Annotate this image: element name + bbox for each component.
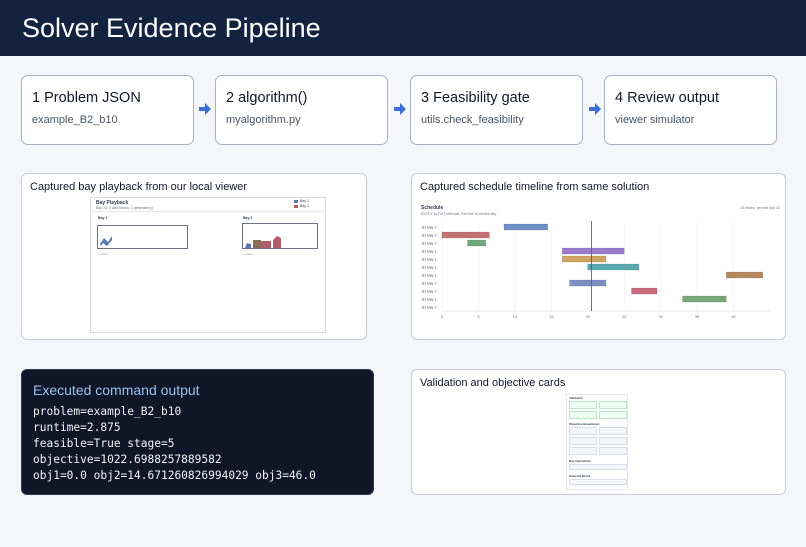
gantt-bar (726, 271, 763, 279)
gantt-row-label: B1 Bay 1 (422, 266, 437, 270)
terminal-line: runtime=2.875 (33, 421, 121, 434)
legend-swatch (294, 205, 298, 208)
gantt-bar (503, 223, 548, 231)
gantt-row-label: B1 Bay 1 (422, 250, 437, 254)
page-title: Solver Evidence Pipeline (22, 13, 321, 43)
bay1-area (97, 225, 188, 249)
selected-block-title: Selected Block (569, 474, 591, 478)
step-subtitle: viewer simulator (615, 114, 695, 126)
gantt-row-label: B1 Bay 2 (422, 290, 437, 294)
gantt-row-label: B1 Bay 1 (422, 258, 437, 262)
schedule-inner-subtitle: ENTRY to EXIT intervals. Red line is cur… (421, 212, 497, 216)
legend-swatch (294, 200, 298, 203)
terminal-line: feasible=True stage=5 (33, 437, 175, 450)
objective-card (599, 427, 627, 435)
schedule-timeline-panel: Captured schedule timeline from same sol… (411, 173, 786, 340)
step-review-output: 4 Review output viewer simulator (604, 75, 777, 145)
bay-inner-subtitle: Bay 2/1 2 wait blocks, 1 generator(s) (96, 206, 153, 210)
validation-card (599, 401, 627, 409)
gantt-tick-label: 40 (731, 314, 736, 319)
gantt-tick-label: 5 (477, 314, 480, 319)
command-output-terminal: Executed command output problem=example_… (21, 369, 374, 495)
terminal-title: Executed command output (33, 382, 200, 398)
objective-card (569, 427, 597, 435)
objective-card (599, 437, 627, 445)
arrow-right-icon (199, 103, 211, 115)
gantt-row-label: B1 Bay 2 (422, 234, 437, 238)
page-header: Solver Evidence Pipeline (0, 0, 806, 56)
bay1-blocks (100, 236, 112, 246)
schedule-screenshot: Schedule ENTRY to EXIT intervals. Red li… (420, 203, 780, 329)
gantt-tick-label: 15 (549, 314, 554, 319)
step-title: 3 Feasibility gate (421, 90, 530, 106)
bay-operations-title: Bay Operations (569, 459, 592, 463)
gantt-bar (682, 295, 727, 303)
gantt-tick-label: 30 (658, 314, 663, 319)
schedule-inner-title: Schedule (421, 205, 444, 211)
step-title: 2 algorithm() (226, 90, 308, 106)
gantt-bar (587, 263, 639, 271)
validation-card (569, 401, 597, 409)
bay1-label: Bay 1 (98, 216, 108, 220)
objective-card (569, 447, 597, 455)
terminal-line: objective=1022.6988257889582 (33, 453, 222, 466)
gantt-bar (631, 287, 658, 295)
validation-panel: Validation and objective cards Validatio… (411, 369, 786, 495)
validation-section-title: Validation (569, 396, 584, 400)
bay1-caption: Loaded (98, 252, 109, 256)
gantt-tick-label: 0 (441, 314, 444, 319)
step-subtitle: myalgorithm.py (226, 114, 301, 126)
step-subtitle: utils.check_feasibility (421, 114, 524, 126)
gantt-row-label: B1 Bay 1 (422, 274, 437, 278)
arrow-right-icon (589, 103, 601, 115)
gantt-tick-label: 10 (513, 314, 518, 319)
gantt-row-label: B1 Bay 2 (422, 306, 437, 310)
validation-card (569, 411, 597, 419)
gantt-bar (569, 279, 607, 287)
gantt-bar (562, 247, 625, 255)
bay-playback-screenshot: Bay Playback Bay 2/1 2 wait blocks, 1 ge… (90, 197, 326, 333)
objective-card (569, 437, 597, 445)
legend-label: Bay 2 (300, 204, 309, 208)
gantt-row-label: B1 Bay 2 (422, 226, 437, 230)
objective-card (599, 447, 627, 455)
gantt-row-label: B1 Bay 2 (422, 282, 437, 286)
validation-card (599, 411, 627, 419)
arrow-right-icon (394, 103, 406, 115)
step-algorithm: 2 algorithm() myalgorithm.py (215, 75, 388, 145)
gantt-row-label: B1 Bay 1 (422, 298, 437, 302)
gantt-bar (467, 239, 486, 247)
bay2-label: Bay 2 (243, 216, 253, 220)
step-feasibility-gate: 3 Feasibility gate utils.check_feasibili… (410, 75, 583, 145)
gantt-tick-label: 20 (586, 314, 591, 319)
schedule-inner-right: 10 blocks, peri est day 32 (740, 206, 780, 210)
divider (91, 211, 325, 212)
bay2-area (242, 223, 318, 249)
step-title: 1 Problem JSON (32, 90, 141, 106)
bay2-blocks (245, 236, 281, 248)
panel-title: Captured bay playback from our local vie… (30, 181, 248, 193)
bay-playback-panel: Captured bay playback from our local vie… (21, 173, 367, 340)
gantt-bar (562, 255, 607, 263)
terminal-lines: problem=example_B2_b10 runtime=2.875 fea… (33, 404, 316, 484)
panel-title: Captured schedule timeline from same sol… (420, 181, 650, 193)
gantt-bar (441, 231, 490, 239)
selected-block-card (569, 479, 627, 485)
schedule-gantt-chart: 0 5 10 15 20 25 30 35 40 B1 Bay 2 B1 Bay 2 B1 Bay 2… (422, 221, 770, 319)
step-problem-json: 1 Problem JSON example_B2_b10 (21, 75, 194, 145)
panel-title: Validation and objective cards (420, 377, 566, 389)
gantt-tick-label: 25 (622, 314, 627, 319)
step-title: 4 Review output (615, 90, 719, 106)
bay-operations-card (569, 464, 627, 470)
validation-screenshot: Validation Objective Breakdown Bay Opera… (566, 394, 628, 490)
gantt-tick-label: 35 (695, 314, 700, 319)
bay2-caption: Loaded (243, 252, 254, 256)
legend-label: Bay 1 (300, 199, 309, 203)
terminal-line: obj1=0.0 obj2=14.671260826994029 obj3=46… (33, 469, 316, 482)
step-subtitle: example_B2_b10 (32, 114, 118, 126)
terminal-line: problem=example_B2_b10 (33, 405, 182, 418)
gantt-row-label: B1 Bay 2 (422, 242, 437, 246)
objective-section-title: Objective Breakdown (569, 422, 600, 426)
